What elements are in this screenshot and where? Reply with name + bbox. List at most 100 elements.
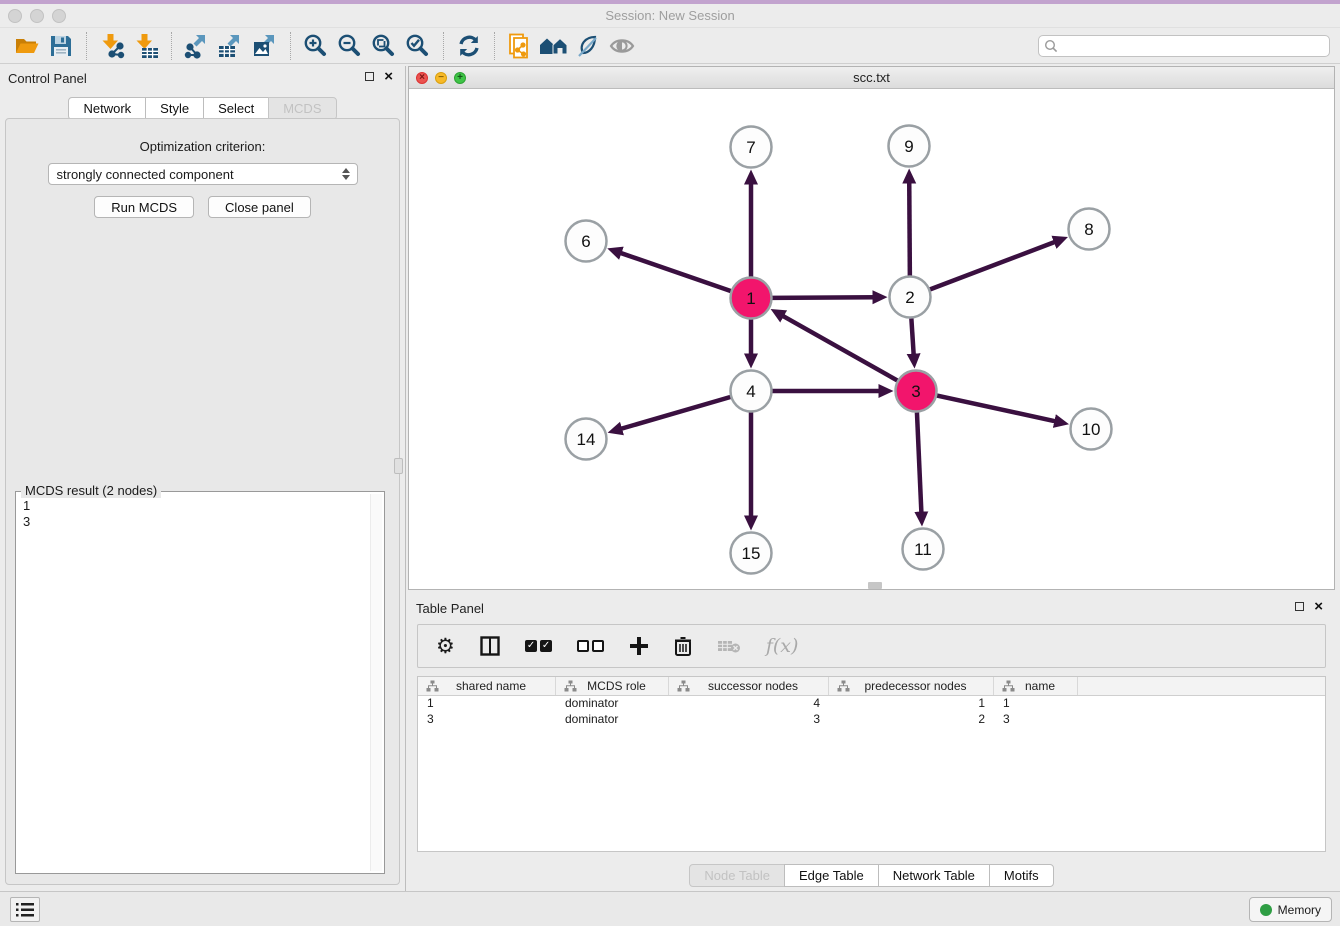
column-selector-button[interactable] [480,636,500,656]
zoom-out-button[interactable] [333,31,367,61]
clone-network-button[interactable] [503,31,537,61]
open-file-button[interactable] [10,31,44,61]
save-session-button[interactable] [44,31,78,61]
column-header-successor-nodes[interactable]: successor nodes [669,677,829,695]
network-frame-titlebar[interactable]: × − + scc.txt [409,67,1334,89]
select-all-button[interactable] [525,640,552,652]
run-mcds-button[interactable]: Run MCDS [94,196,194,218]
list-icon [16,903,34,917]
search-input[interactable] [1038,35,1330,57]
tab-style[interactable]: Style [145,97,204,120]
hierarchy-icon [426,680,439,692]
edge-1-6[interactable] [618,252,731,291]
zoom-in-button[interactable] [299,31,333,61]
network-splitter-handle[interactable] [868,582,882,589]
tab-network-table[interactable]: Network Table [878,864,990,887]
zoom-in-icon [303,33,329,59]
import-table-button[interactable] [129,31,163,61]
open-folder-icon [14,33,40,59]
apply-layout-button[interactable] [452,31,486,61]
export-image-button[interactable] [248,31,282,61]
graph-node-14[interactable]: 14 [566,419,607,460]
edge-3-10[interactable] [937,396,1058,422]
toolbar-separator [86,32,87,60]
column-header-name[interactable]: name [994,677,1078,695]
birdseye-view-button[interactable] [605,31,639,61]
graph-node-8[interactable]: 8 [1069,209,1110,250]
function-builder-button[interactable]: f(x) [766,635,799,657]
column-header-mcds-role[interactable]: MCDS role [556,677,669,695]
export-network-button[interactable] [180,31,214,61]
trash-icon [674,636,692,656]
panel-splitter-handle[interactable] [394,458,403,474]
graph-node-2[interactable]: 2 [890,277,931,318]
column-header-predecessor-nodes[interactable]: predecessor nodes [829,677,994,695]
window-title: Session: New Session [0,8,1340,23]
table-tabs: Node TableEdge TableNetwork TableMotifs [408,864,1335,887]
mcds-result-text[interactable]: 13 [16,494,370,871]
tab-network[interactable]: Network [68,97,146,120]
delete-table-button[interactable] [717,638,741,654]
unchecked-box-icon [592,640,604,652]
graph-node-9[interactable]: 9 [889,126,930,167]
float-panel-icon[interactable] [365,72,374,81]
graph-node-6[interactable]: 6 [566,221,607,262]
float-panel-icon[interactable] [1295,602,1304,611]
graph-node-7[interactable]: 7 [731,127,772,168]
graph-node-15[interactable]: 15 [731,533,772,574]
edge-3-1[interactable] [780,314,897,380]
hierarchy-icon [1002,680,1015,692]
table-settings-button[interactable]: ⚙ [436,636,455,657]
svg-text:4: 4 [746,382,755,401]
graph-node-10[interactable]: 10 [1071,409,1112,450]
tab-select[interactable]: Select [203,97,269,120]
svg-text:7: 7 [746,138,755,157]
column-header-shared-name[interactable]: shared name [418,677,556,695]
zoom-out-icon [337,33,363,59]
graph-node-4[interactable]: 4 [731,371,772,412]
tab-node-table[interactable]: Node Table [689,864,785,887]
status-bar: Memory [0,891,1340,926]
svg-text:8: 8 [1084,220,1093,239]
graph-node-11[interactable]: 11 [903,529,944,570]
table-row[interactable]: 1dominator411 [418,696,1325,712]
zoom-fit-button[interactable] [367,31,401,61]
titlebar: Session: New Session [0,4,1340,28]
graph-node-3[interactable]: 3 [896,371,937,412]
edge-2-3[interactable] [911,318,913,357]
checked-box-icon [540,640,552,652]
table-row[interactable]: 3dominator323 [418,712,1325,728]
table-cell: 1 [829,696,994,712]
result-scrollbar[interactable] [370,494,382,871]
task-history-button[interactable] [10,897,40,922]
tab-mcds[interactable]: MCDS [268,97,336,120]
mcds-result-box: MCDS result (2 nodes) 13 [15,491,385,874]
deselect-all-button[interactable] [577,640,604,652]
graphics-details-button[interactable] [571,31,605,61]
criterion-select[interactable]: strongly connected component [48,163,358,185]
delete-column-button[interactable] [674,636,692,656]
close-panel-icon[interactable]: × [384,72,393,81]
memory-button[interactable]: Memory [1249,897,1332,922]
tab-motifs[interactable]: Motifs [989,864,1054,887]
edge-1-2[interactable] [772,297,876,298]
add-column-button[interactable] [629,636,649,656]
table-panel-title: Table Panel [416,601,484,616]
export-table-button[interactable] [214,31,248,61]
edge-4-14[interactable] [618,397,730,430]
home-button[interactable] [537,31,571,61]
zoom-selected-button[interactable] [401,31,435,61]
edge-2-9[interactable] [909,179,910,275]
close-panel-icon[interactable]: × [1314,602,1323,611]
edge-2-8[interactable] [930,241,1058,289]
graph-node-1[interactable]: 1 [731,278,772,319]
checked-box-icon [525,640,537,652]
control-panel: Control Panel × NetworkStyleSelectMCDS O… [0,66,406,891]
network-canvas[interactable]: 7 9 6 8 1 2 4 3 14 10 15 11 [409,89,1334,589]
import-network-button[interactable] [95,31,129,61]
edge-3-11[interactable] [917,412,922,515]
svg-text:10: 10 [1082,420,1101,439]
close-panel-button[interactable]: Close panel [208,196,311,218]
tab-edge-table[interactable]: Edge Table [784,864,879,887]
plus-icon [629,636,649,656]
